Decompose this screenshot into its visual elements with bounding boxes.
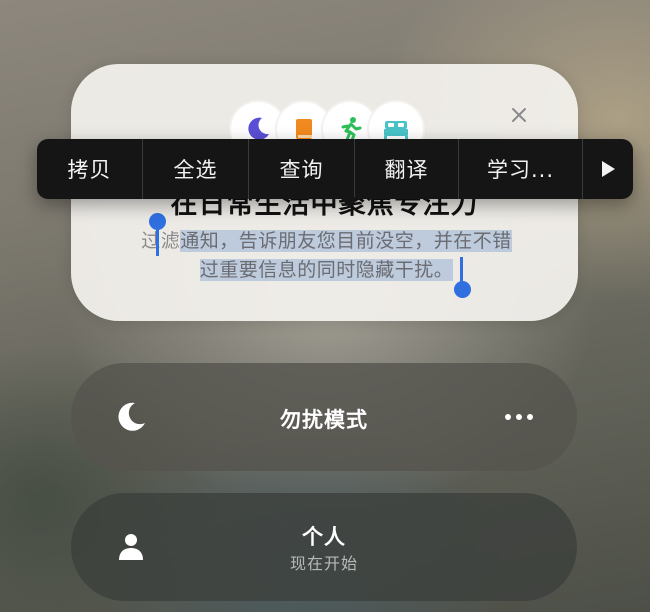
triangle-right-icon: [602, 161, 615, 177]
card-description[interactable]: 过滤通知，告诉朋友您目前没空，并在不错 过重要信息的同时隐藏干扰。: [111, 227, 542, 285]
more-options-button[interactable]: [499, 403, 539, 431]
text-context-menu: 拷贝 全选 查询 翻译 学习...: [37, 139, 633, 199]
do-not-disturb-button[interactable]: 勿扰模式: [71, 363, 577, 471]
selected-text-line-2: 过重要信息的同时隐藏干扰。: [199, 259, 454, 281]
menu-item-learn[interactable]: 学习...: [459, 139, 583, 199]
personal-focus-status: 现在开始: [289, 554, 358, 573]
personal-focus-label: 个人: [302, 525, 346, 549]
menu-pointer: [340, 197, 358, 208]
ellipsis-dot: [516, 414, 522, 420]
selection-end-handle[interactable]: [454, 281, 471, 298]
personal-focus-button[interactable]: 个人 现在开始: [71, 493, 577, 601]
close-icon: [512, 108, 526, 122]
close-button[interactable]: [508, 104, 530, 126]
menu-item-copy[interactable]: 拷贝: [37, 139, 143, 199]
selection-start-caret: [156, 224, 159, 256]
menu-item-translate[interactable]: 翻译: [355, 139, 459, 199]
menu-more-button[interactable]: [583, 139, 633, 199]
selected-text-line-1: 通知，告诉朋友您目前没空，并在不错: [180, 230, 512, 252]
ellipsis-dot: [527, 414, 533, 420]
menu-item-look-up[interactable]: 查询: [249, 139, 355, 199]
menu-item-select-all[interactable]: 全选: [143, 139, 249, 199]
description-unselected-text: 过滤: [141, 230, 181, 252]
ellipsis-dot: [505, 414, 511, 420]
